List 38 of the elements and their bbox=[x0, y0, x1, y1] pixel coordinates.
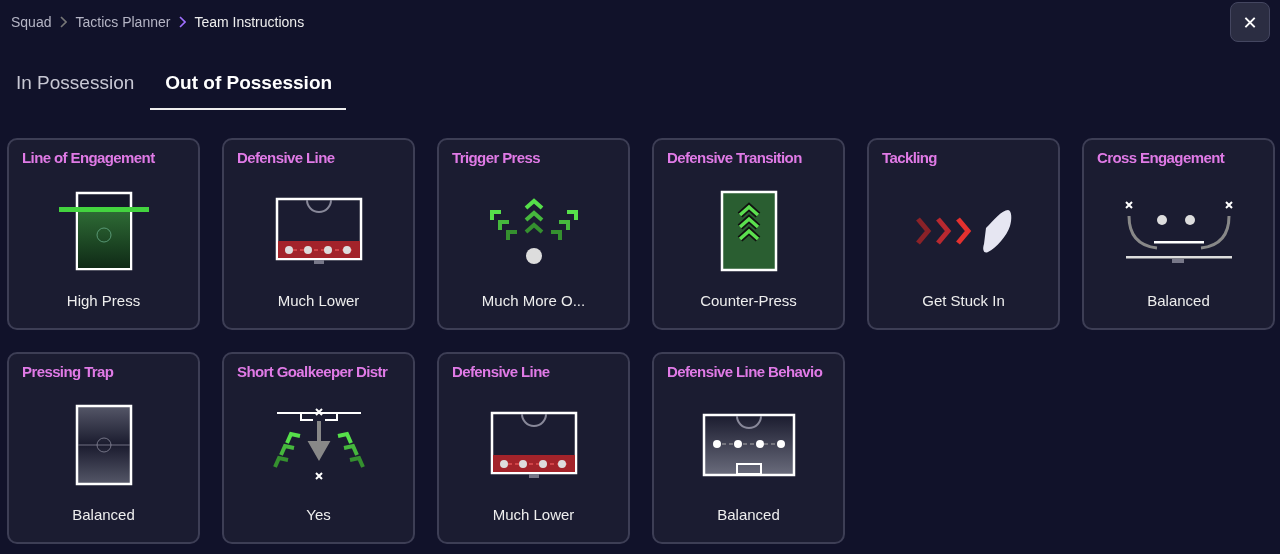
card-title: Cross Engagement bbox=[1097, 149, 1226, 166]
chevron-icon bbox=[178, 16, 187, 28]
instruction-card[interactable]: Defensive Transition Counter-Press bbox=[652, 138, 845, 330]
close-button[interactable]: ✕ bbox=[1230, 2, 1270, 42]
breadcrumb-link[interactable]: Tactics Planner bbox=[75, 14, 171, 30]
card-value: Much Lower bbox=[491, 506, 576, 525]
instruction-card[interactable]: Defensive Line Much Lower bbox=[437, 352, 630, 544]
card-value: Counter-Press bbox=[699, 292, 798, 311]
card-title: Short Goalkeeper Distr bbox=[237, 363, 389, 380]
card-title: Defensive Line bbox=[237, 149, 336, 166]
card-title: Pressing Trap bbox=[22, 363, 115, 380]
card-title: Defensive Line Behavio bbox=[667, 363, 824, 380]
card-value: High Press bbox=[65, 292, 142, 311]
instruction-card[interactable]: Trigger Press Much More O... bbox=[437, 138, 630, 330]
card-value: Get Stuck In bbox=[921, 292, 1006, 311]
card-value: Balanced bbox=[71, 506, 136, 525]
card-title: Line of Engagement bbox=[22, 149, 156, 166]
breadcrumb-link[interactable]: Squad bbox=[11, 14, 52, 30]
instruction-card[interactable]: Pressing Trap Balanced bbox=[7, 352, 200, 544]
card-title: Tackling bbox=[882, 149, 938, 166]
card-value: Yes bbox=[305, 506, 332, 525]
chevron-icon bbox=[59, 16, 68, 28]
card-value: Balanced bbox=[1146, 292, 1211, 311]
tab[interactable]: In Possession bbox=[7, 62, 143, 110]
card-value: Balanced bbox=[716, 506, 781, 525]
instruction-card[interactable]: Tackling Get Stuck In bbox=[867, 138, 1060, 330]
card-value: Much Lower bbox=[276, 292, 361, 311]
breadcrumb-link[interactable]: Team Instructions bbox=[194, 14, 305, 30]
instruction-card[interactable]: Line of Engagement High Press bbox=[7, 138, 200, 330]
card-title: Trigger Press bbox=[452, 149, 542, 166]
instruction-card[interactable]: Cross Engagement Balanced bbox=[1082, 138, 1275, 330]
instruction-card[interactable]: Defensive Line Much Lower bbox=[222, 138, 415, 330]
card-title: Defensive Transition bbox=[667, 149, 803, 166]
card-value: Much More O... bbox=[480, 292, 587, 311]
card-title: Defensive Line bbox=[452, 363, 551, 380]
tab[interactable]: Out of Possession bbox=[150, 62, 347, 110]
instruction-card[interactable]: Defensive Line Behavio Balanced bbox=[652, 352, 845, 544]
instruction-card[interactable]: Short Goalkeeper Distr Yes bbox=[222, 352, 415, 544]
